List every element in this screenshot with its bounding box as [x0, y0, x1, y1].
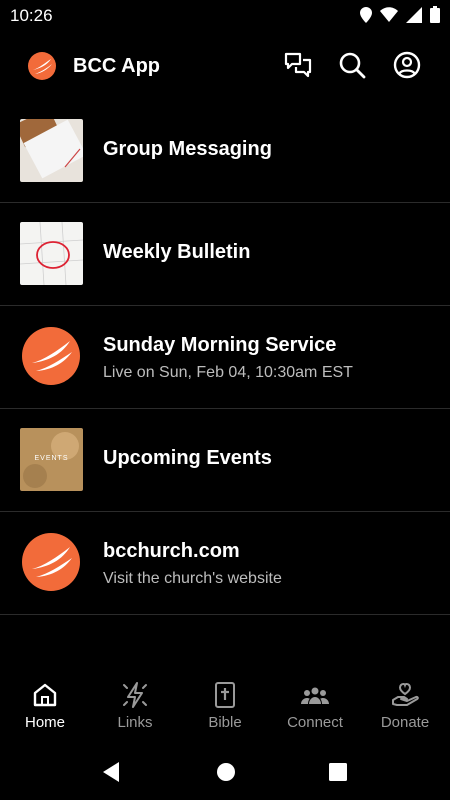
- recents-icon[interactable]: [326, 760, 350, 784]
- wifi-icon: [380, 6, 398, 22]
- back-icon[interactable]: [100, 760, 124, 784]
- list-item-title: Sunday Morning Service: [103, 334, 337, 356]
- tab-label: Connect: [287, 714, 343, 731]
- list-item-title: Weekly Bulletin: [103, 241, 251, 263]
- system-nav-bar: [0, 744, 450, 800]
- app-logo: [28, 52, 56, 80]
- app-bar: BCC App: [0, 32, 450, 98]
- status-icons: [360, 6, 440, 23]
- status-bar: 10:26: [0, 0, 450, 32]
- battery-icon: [430, 6, 440, 23]
- list-item-title: Upcoming Events: [103, 447, 272, 469]
- bottom-tab-bar: Home Links Bible Connect Donate: [0, 672, 450, 744]
- messages-icon[interactable]: [283, 50, 313, 80]
- list-item-subtitle: Live on Sun, Feb 04, 10:30am EST: [103, 364, 353, 381]
- status-time: 10:26: [10, 6, 53, 25]
- church-logo-icon: [22, 327, 80, 385]
- location-icon: [360, 6, 372, 23]
- events-thumb-text: EVENTS: [34, 455, 69, 462]
- tab-label: Home: [24, 714, 65, 731]
- tab-label: Donate: [380, 714, 430, 731]
- church-logo-icon: [22, 533, 80, 591]
- home-icon: [33, 683, 57, 707]
- tab-bible[interactable]: Bible: [180, 672, 270, 744]
- list-item-sunday-service[interactable]: Sunday Morning Service Live on Sun, Feb …: [0, 306, 450, 409]
- tab-label: Links: [117, 714, 153, 731]
- weekly-bulletin-thumbnail: [20, 222, 83, 285]
- list-item-title: bcchurch.com: [103, 540, 240, 562]
- list-item-subtitle: Visit the church's website: [103, 570, 282, 587]
- upcoming-events-thumbnail: EVENTS: [20, 428, 83, 491]
- list-item-upcoming-events[interactable]: EVENTS Upcoming Events: [0, 409, 450, 512]
- app-title: BCC App: [73, 55, 161, 77]
- tab-donate[interactable]: Donate: [360, 672, 450, 744]
- tab-home[interactable]: Home: [0, 672, 90, 744]
- account-icon[interactable]: [392, 50, 422, 80]
- group-messaging-thumbnail: [20, 119, 83, 182]
- search-icon[interactable]: [337, 50, 367, 80]
- content-list: Group Messaging Weekly Bulletin Sunday M…: [0, 100, 450, 615]
- list-item-group-messaging[interactable]: Group Messaging: [0, 100, 450, 203]
- signal-icon: [406, 6, 422, 23]
- list-item-weekly-bulletin[interactable]: Weekly Bulletin: [0, 203, 450, 306]
- tab-label: Bible: [208, 714, 242, 731]
- home-nav-icon[interactable]: [214, 760, 238, 784]
- bible-icon: [215, 682, 235, 708]
- list-item-website[interactable]: bcchurch.com Visit the church's website: [0, 512, 450, 615]
- list-item-title: Group Messaging: [103, 138, 272, 160]
- links-icon: [123, 682, 147, 708]
- tab-connect[interactable]: Connect: [270, 672, 360, 744]
- connect-icon: [301, 687, 329, 704]
- tab-links[interactable]: Links: [90, 672, 180, 744]
- donate-icon: [392, 682, 419, 706]
